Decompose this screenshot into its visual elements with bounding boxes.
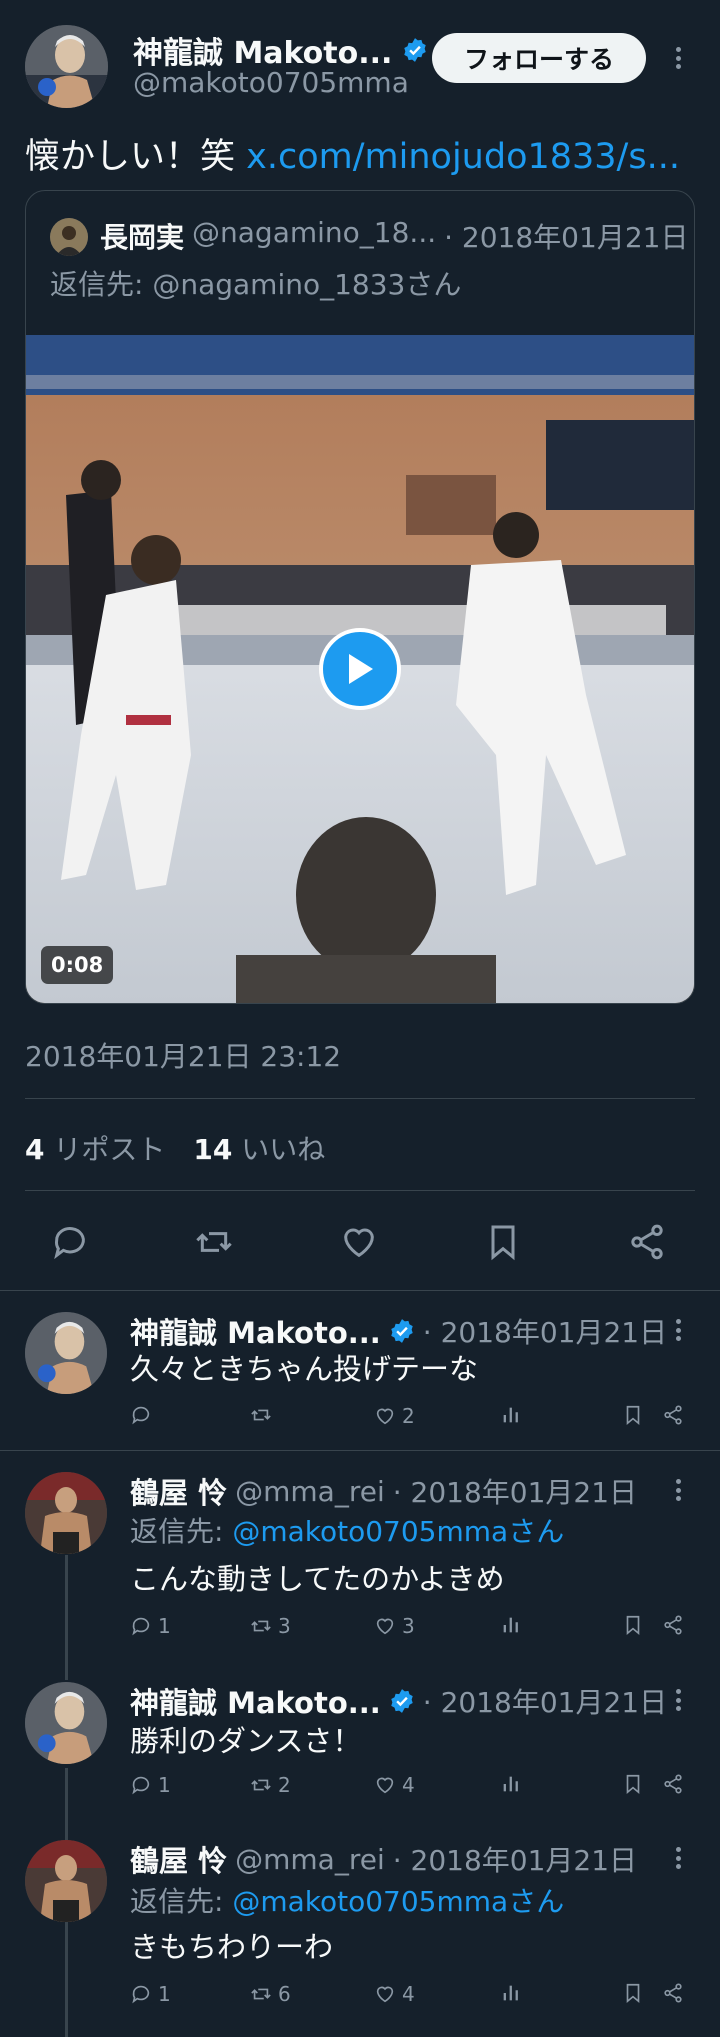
reply-avatar[interactable]: [25, 1682, 107, 1764]
reply-item[interactable]: 神龍誠 Makoto... · 2018年01月21日 久々ときちゃん投げテーな…: [0, 1290, 720, 1450]
repost-icon[interactable]: 6: [250, 1982, 291, 2006]
bookmark-icon[interactable]: [622, 1773, 644, 1795]
reply-icon[interactable]: [130, 1404, 158, 1426]
repost-icon[interactable]: 3: [250, 1614, 291, 1638]
like-icon[interactable]: [339, 1222, 379, 1262]
like-count: 4: [402, 1982, 415, 2006]
verified-badge-icon: [402, 37, 428, 63]
more-icon[interactable]: [666, 1843, 690, 1873]
reply-item[interactable]: 神龍誠 Makoto... · 2018年01月21日 勝利のダンスさ！ 1 2…: [0, 1670, 720, 1830]
repost-icon[interactable]: [250, 1404, 278, 1426]
reply-icon[interactable]: 1: [130, 1982, 171, 2006]
views-icon[interactable]: [500, 1404, 522, 1426]
author-handle[interactable]: @makoto0705mma: [133, 66, 409, 99]
reply-text: こんな動きしてたのかよきめ: [130, 1562, 505, 1596]
views-icon[interactable]: [500, 1982, 522, 2004]
reply-count: 1: [158, 1982, 171, 2006]
reply-author-name[interactable]: 鶴屋 怜: [130, 1838, 227, 1880]
reply-date: · 2018年01月21日: [422, 1316, 668, 1349]
quote-reply-to: 返信先: @nagamino_1833さん: [50, 268, 462, 301]
share-icon[interactable]: [662, 1773, 684, 1795]
share-icon[interactable]: [662, 1614, 684, 1636]
quote-video[interactable]: 0:08: [26, 335, 694, 1003]
share-icon[interactable]: [627, 1222, 667, 1262]
likes-stat[interactable]: 14 いいね: [193, 1128, 325, 1168]
tweet-link[interactable]: x.com/minojudo1833/s...: [246, 137, 680, 177]
reply-to-handle[interactable]: @makoto0705mmaさん: [232, 1515, 564, 1548]
like-icon[interactable]: 4: [374, 1773, 415, 1797]
reply-author-name[interactable]: 神龍誠 Makoto...: [130, 1680, 381, 1722]
bookmark-icon[interactable]: [622, 1614, 644, 1636]
divider: [25, 1098, 695, 1099]
quote-author-handle: @nagamino_18...: [192, 216, 437, 249]
reply-avatar[interactable]: [25, 1312, 107, 1394]
reply-item[interactable]: 鶴屋 怜 @mma_rei · 2018年01月21日 返信先: @makoto…: [0, 1830, 720, 2037]
reply-author-handle: @mma_rei: [235, 1474, 385, 1508]
reply-count: 1: [158, 1773, 171, 1797]
reply-count: 1: [158, 1614, 171, 1638]
reply-icon[interactable]: 1: [130, 1614, 171, 1638]
reposts-stat[interactable]: 4 リポスト: [25, 1128, 165, 1168]
tweet-text-container: 懐かしい！笑 x.com/minojudo1833/s...: [25, 128, 680, 179]
repost-count: 3: [278, 1614, 291, 1638]
like-icon[interactable]: 2: [374, 1404, 415, 1428]
bookmark-icon[interactable]: [483, 1222, 523, 1262]
tweet-text: 懐かしい！笑: [25, 137, 236, 177]
repost-count: 2: [278, 1773, 291, 1797]
reply-author-handle: @mma_rei: [235, 1842, 385, 1876]
reply-text: 久々ときちゃん投げテーな: [130, 1352, 479, 1386]
views-icon[interactable]: [500, 1773, 522, 1795]
verified-badge-icon: [389, 1688, 415, 1714]
more-icon[interactable]: [666, 1475, 690, 1505]
like-count: 3: [402, 1614, 415, 1638]
reply-text: 勝利のダンスさ！: [130, 1724, 362, 1758]
more-icon[interactable]: [666, 43, 690, 73]
reply-avatar[interactable]: [25, 1472, 107, 1554]
repost-icon[interactable]: [194, 1222, 234, 1262]
bookmark-icon[interactable]: [622, 1982, 644, 2004]
reply-date: · 2018年01月21日: [392, 1844, 638, 1877]
repost-icon[interactable]: 2: [250, 1773, 291, 1797]
tweet-timestamp[interactable]: 2018年01月21日 23:12: [25, 1035, 341, 1075]
like-count: 4: [402, 1773, 415, 1797]
reply-date: · 2018年01月21日: [422, 1686, 668, 1719]
quote-date: · 2018年01月21日: [444, 221, 689, 254]
more-icon[interactable]: [666, 1315, 690, 1345]
bookmark-icon[interactable]: [622, 1404, 644, 1426]
like-icon[interactable]: 4: [374, 1982, 415, 2006]
share-icon[interactable]: [662, 1982, 684, 2004]
reply-item[interactable]: 鶴屋 怜 @mma_rei · 2018年01月21日 返信先: @makoto…: [0, 1450, 720, 1670]
verified-badge-icon: [389, 1318, 415, 1344]
reply-icon[interactable]: [50, 1222, 90, 1262]
like-icon[interactable]: 3: [374, 1614, 415, 1638]
quoted-tweet-card[interactable]: 長岡実 @nagamino_18... · 2018年01月21日 返信先: @…: [25, 190, 695, 1004]
reply-to-line: 返信先: @makoto0705mmaさん: [130, 1885, 565, 1918]
like-count: 2: [402, 1404, 415, 1428]
reply-author-name[interactable]: 鶴屋 怜: [130, 1470, 227, 1512]
video-duration: 0:08: [41, 946, 114, 984]
more-icon[interactable]: [666, 1685, 690, 1715]
reply-text: きもちわりーわ: [130, 1930, 334, 1964]
tweet-stats: 4 リポスト 14 いいね: [25, 1128, 325, 1168]
repost-count: 6: [278, 1982, 291, 2006]
views-icon[interactable]: [500, 1614, 522, 1636]
play-icon[interactable]: [319, 628, 401, 710]
reply-icon[interactable]: 1: [130, 1773, 171, 1797]
share-icon[interactable]: [662, 1404, 684, 1426]
reply-to-line: 返信先: @makoto0705mmaさん: [130, 1515, 565, 1548]
follow-button[interactable]: フォローする: [432, 33, 646, 83]
divider: [25, 1190, 695, 1191]
quote-author-name: 長岡実: [100, 221, 185, 254]
reply-date: · 2018年01月21日: [392, 1476, 638, 1509]
reply-avatar[interactable]: [25, 1840, 107, 1922]
author-avatar[interactable]: [25, 25, 108, 108]
quote-author-avatar: [50, 218, 88, 256]
reply-to-handle[interactable]: @makoto0705mmaさん: [232, 1885, 564, 1918]
